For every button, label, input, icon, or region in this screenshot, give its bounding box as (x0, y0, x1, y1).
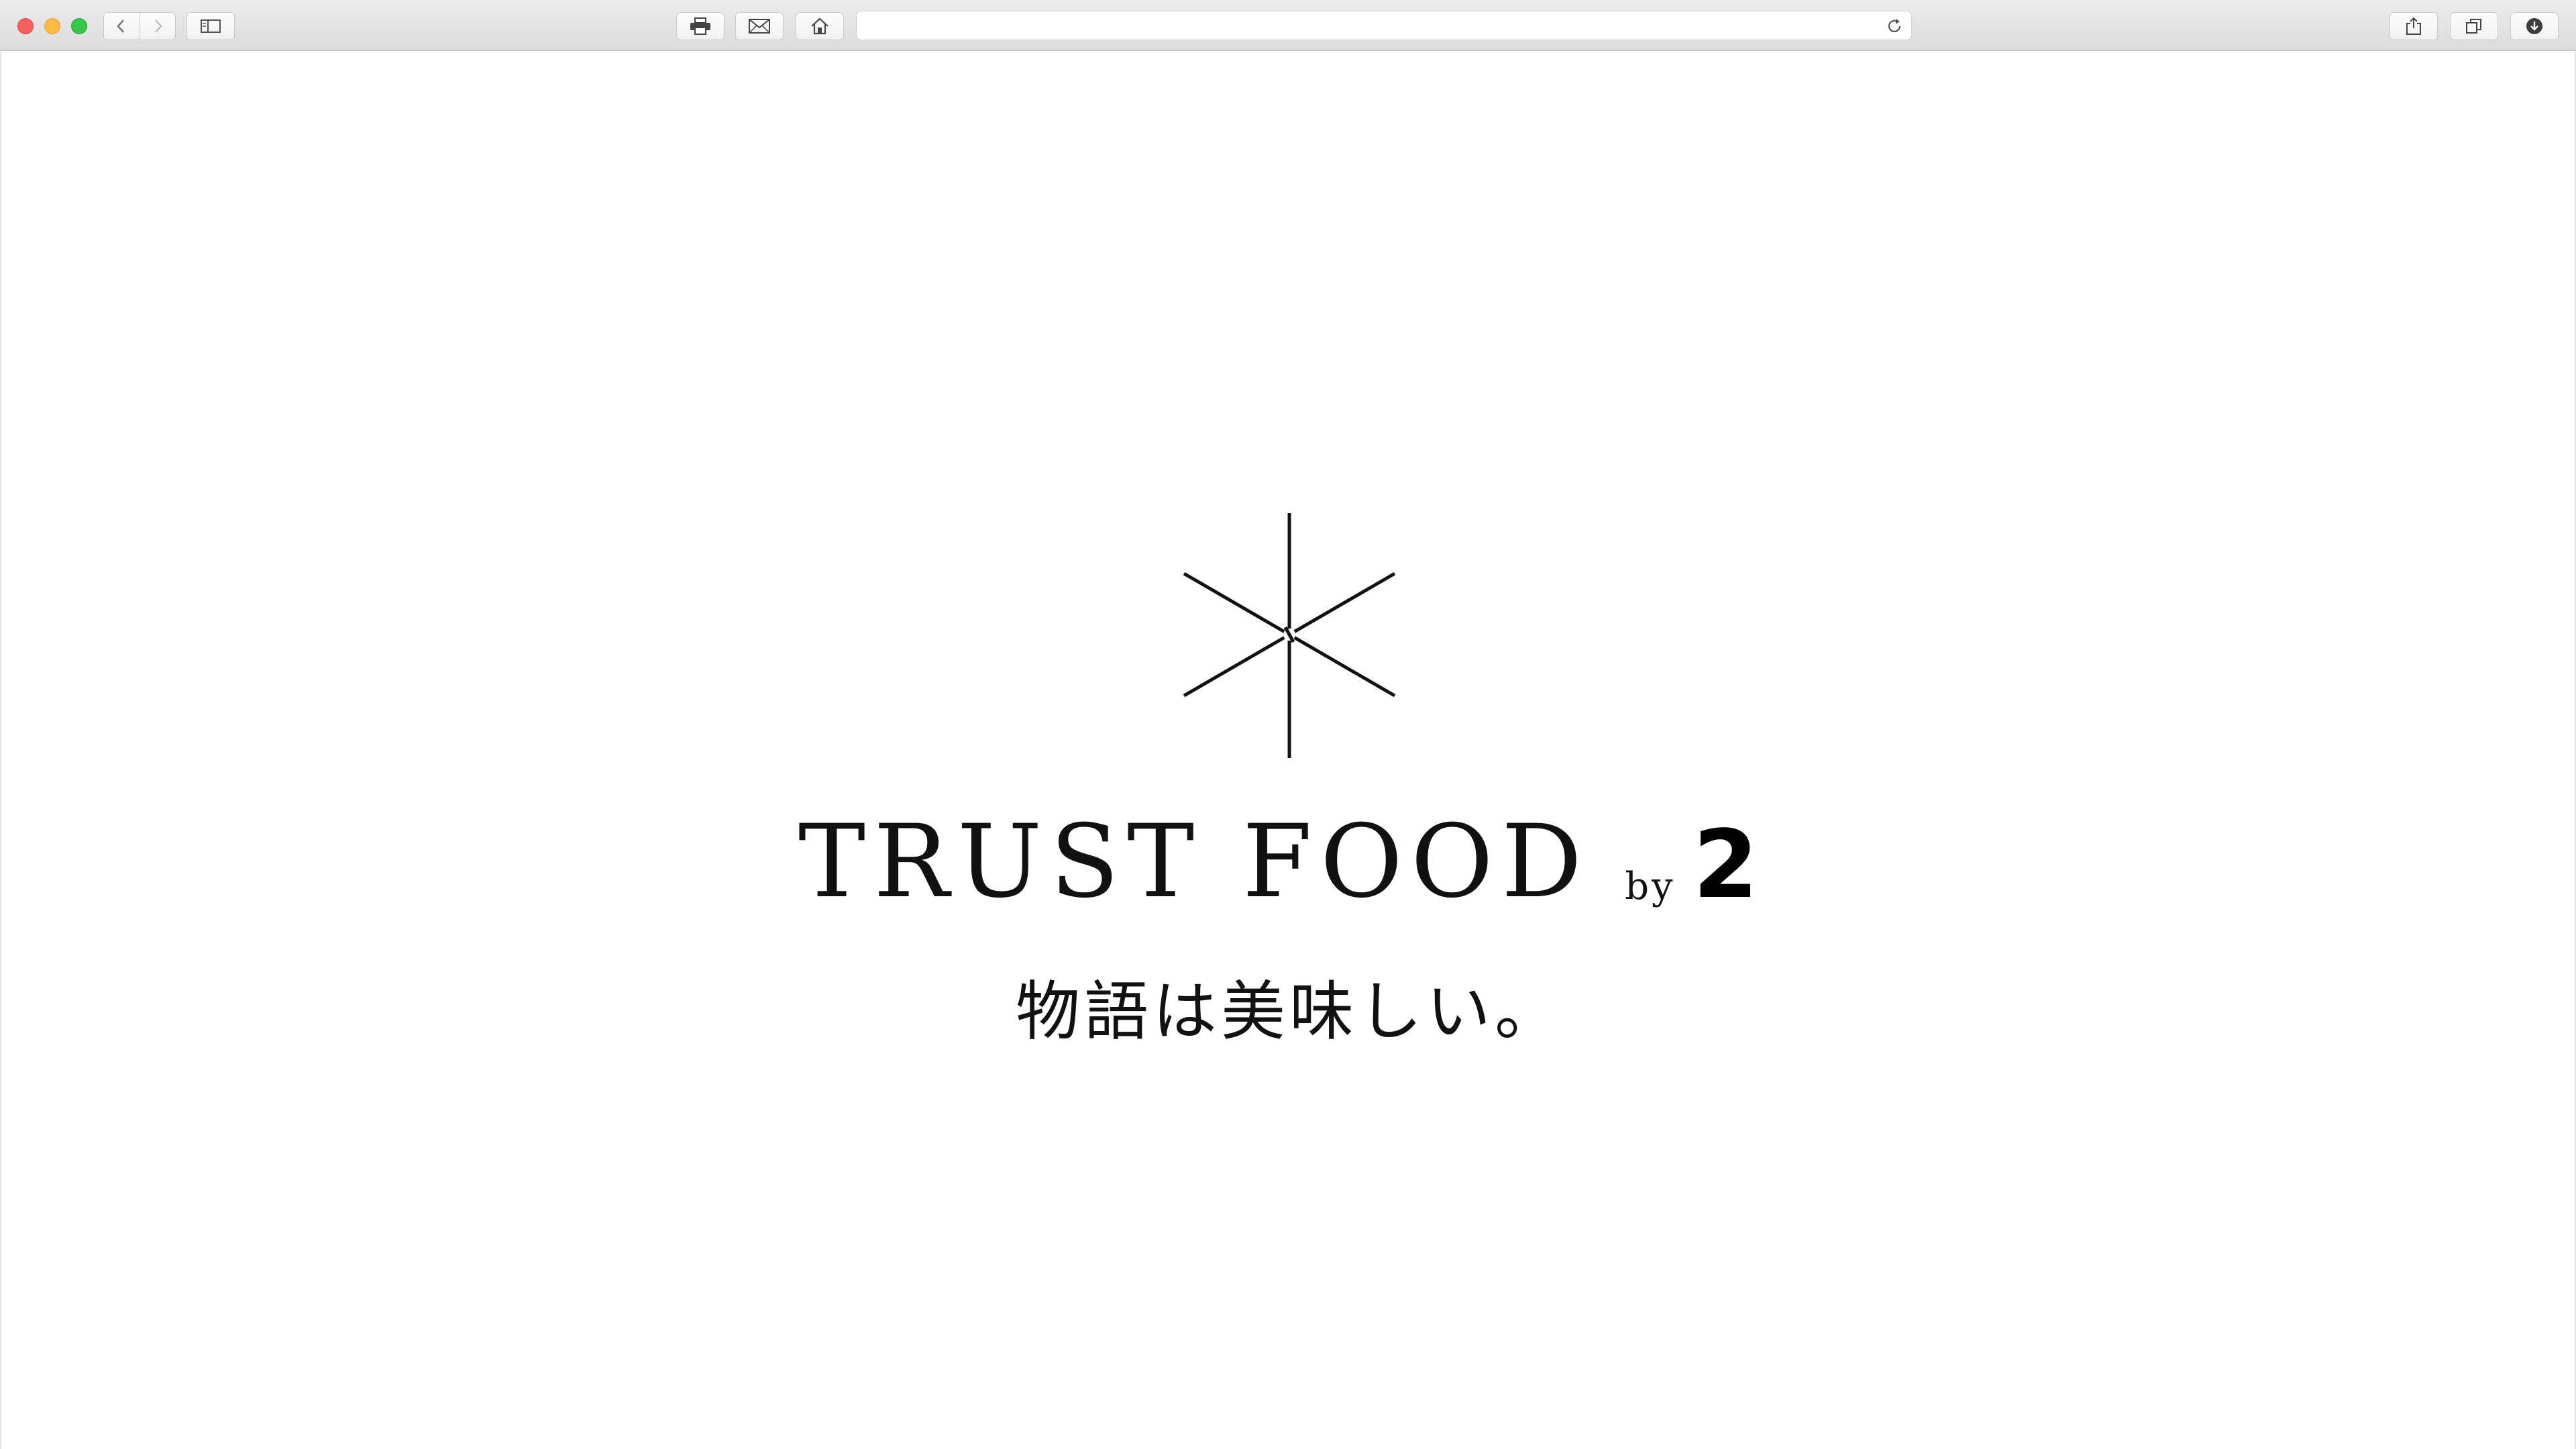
downloads-button[interactable] (2510, 12, 2559, 40)
minimize-window-button[interactable] (44, 18, 60, 34)
forward-button[interactable] (139, 13, 176, 40)
tabs-overview-icon (2466, 19, 2481, 34)
browser-toolbar (0, 0, 2576, 51)
print-button[interactable] (676, 12, 724, 40)
brand-mark: 2 (1693, 810, 1759, 920)
tabs-overview-button[interactable] (2450, 12, 2498, 40)
navigation-buttons (103, 12, 176, 40)
maximize-window-button[interactable] (71, 18, 87, 34)
web-page: TRUST FOOD by 2 物語は美味しい。 (0, 52, 2576, 1449)
address-bar[interactable] (856, 11, 1912, 40)
brand-wordmark: TRUST FOOD by 2 (798, 805, 1805, 912)
close-window-button[interactable] (17, 18, 34, 34)
home-icon (811, 17, 828, 35)
download-icon (2526, 18, 2542, 34)
tagline: 物語は美味しい。 (1016, 974, 1563, 1049)
brand-title: TRUST FOOD (798, 804, 1591, 920)
brand-by: by (1625, 865, 1676, 908)
share-button[interactable] (2390, 12, 2438, 40)
reload-icon[interactable] (1886, 17, 1903, 35)
sidebar-button[interactable] (186, 12, 235, 40)
back-button[interactable] (104, 13, 140, 40)
sidebar-icon (201, 19, 221, 33)
asterisk-snowflake-logo (1183, 513, 1396, 758)
share-icon (2406, 17, 2421, 35)
chevron-left-icon (117, 19, 125, 33)
mail-button[interactable] (735, 12, 784, 40)
mail-icon (749, 19, 770, 34)
printer-icon (690, 17, 710, 35)
chevron-right-icon (154, 19, 162, 33)
home-button[interactable] (796, 12, 844, 40)
